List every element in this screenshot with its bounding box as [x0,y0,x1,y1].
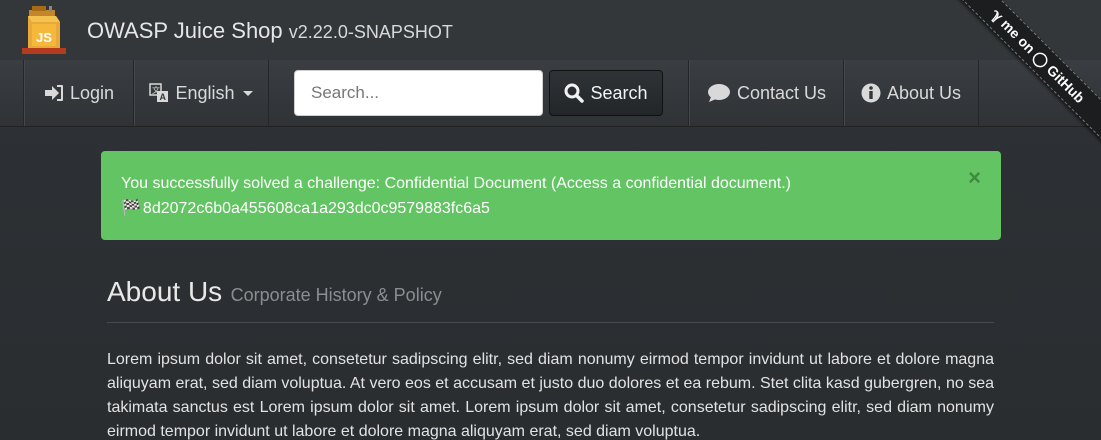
brand-version: v2.22.0-SNAPSHOT [288,22,453,42]
juice-box-logo[interactable]: JS [22,6,66,54]
flag-code: 8d2072c6b0a455608ca1a293dc0c9579883fc6a5 [142,200,490,217]
language-dropdown[interactable]: 文 A English [133,60,269,126]
brand-bar: JS OWASP Juice Shop v2.22.0-SNAPSHOT [0,0,1101,60]
alert-flag-line: 🏁 8d2072c6b0a455608ca1a293dc0c9579883fc6a… [121,196,951,221]
checkered-flag-icon: 🏁 [121,200,141,217]
brand-name: OWASP Juice Shop [87,18,283,43]
login-label: Login [69,82,115,103]
github-ribbon-wrapper: ℽ me on ◯ GitHub [951,0,1101,150]
svg-text:JS: JS [36,30,52,45]
brand-title: OWASP Juice Shop v2.22.0-SNAPSHOT [87,18,453,44]
navbar: Login 文 A English Search... Search Conta… [0,60,1101,127]
page-title: About Us [107,276,223,307]
page: JS OWASP Juice Shop v2.22.0-SNAPSHOT Log… [0,0,1101,440]
alert-message: You successfully solved a challenge: Con… [121,175,791,192]
page-header: About Us Corporate History & Policy [107,276,994,323]
about-label: About Us [886,82,962,103]
login-nav-item[interactable]: Login [23,60,134,126]
translate-icon: 文 A [149,83,169,102]
svg-text:A: A [160,92,167,102]
fork-me-on-github-ribbon[interactable]: ℽ me on ◯ GitHub [951,0,1101,148]
sign-in-icon [44,85,63,101]
search-button[interactable]: Search [549,70,663,116]
close-icon[interactable]: × [968,165,981,191]
success-alert: You successfully solved a challenge: Con… [101,151,1001,240]
page-subtitle: Corporate History & Policy [230,285,442,305]
contact-label: Contact Us [736,82,827,103]
caret-down-icon [242,90,253,96]
speech-bubble-icon [707,84,730,102]
magnifier-icon [564,83,585,103]
info-circle-icon [861,83,881,103]
language-label: English [175,82,235,103]
search-button-label: Search [590,82,648,103]
search-input[interactable] [294,70,543,116]
contact-nav-item[interactable]: Contact Us [688,60,844,126]
about-body-text: Lorem ipsum dolor sit amet, consetetur s… [107,351,994,440]
